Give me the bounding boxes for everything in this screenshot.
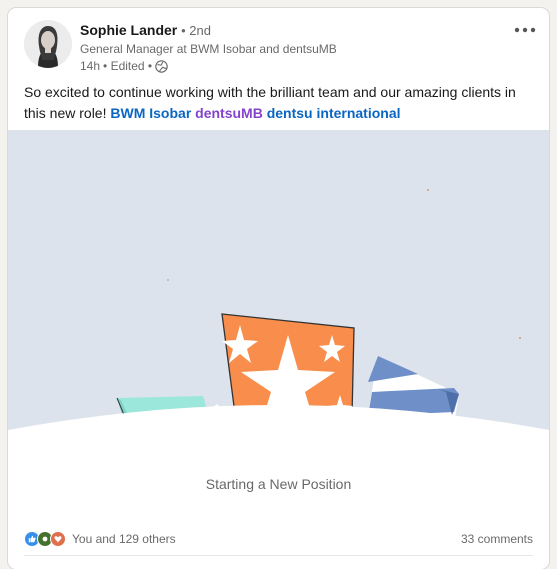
- author-name[interactable]: Sophie Lander: [80, 22, 177, 38]
- love-icon: [50, 531, 66, 547]
- connection-degree: • 2nd: [181, 23, 211, 38]
- author-avatar[interactable]: [24, 20, 72, 68]
- post-meta: 14h • Edited •: [80, 59, 168, 73]
- mention-dentsu-international[interactable]: dentsu international: [267, 105, 401, 121]
- mention-dentsumb[interactable]: dentsuMB: [195, 105, 263, 121]
- actions-divider: [24, 555, 533, 556]
- author-name-line: Sophie Lander • 2nd: [80, 22, 211, 38]
- reaction-icons: [24, 531, 66, 547]
- post-header: Sophie Lander • 2nd General Manager at B…: [8, 8, 549, 78]
- comments-count[interactable]: 33 comments: [461, 532, 533, 546]
- author-headline: General Manager at BWM Isobar and dentsu…: [80, 42, 337, 56]
- post-edited: • Edited •: [103, 59, 153, 73]
- post-media-image[interactable]: [8, 130, 549, 460]
- new-position-illustration: [8, 130, 549, 460]
- social-counts-bar: You and 129 others 33 comments: [24, 528, 533, 550]
- globe-icon: [155, 59, 168, 73]
- mention-bwm-isobar[interactable]: BWM Isobar: [110, 105, 191, 121]
- post-time: 14h: [80, 59, 101, 73]
- media-caption: Starting a New Position: [205, 476, 352, 492]
- reactions-count: You and 129 others: [72, 532, 176, 546]
- more-options-icon[interactable]: [511, 18, 539, 42]
- post-text: So excited to continue working with the …: [24, 82, 536, 124]
- feed-post-card: Sophie Lander • 2nd General Manager at B…: [8, 8, 549, 569]
- reactions-summary[interactable]: You and 129 others: [24, 531, 176, 547]
